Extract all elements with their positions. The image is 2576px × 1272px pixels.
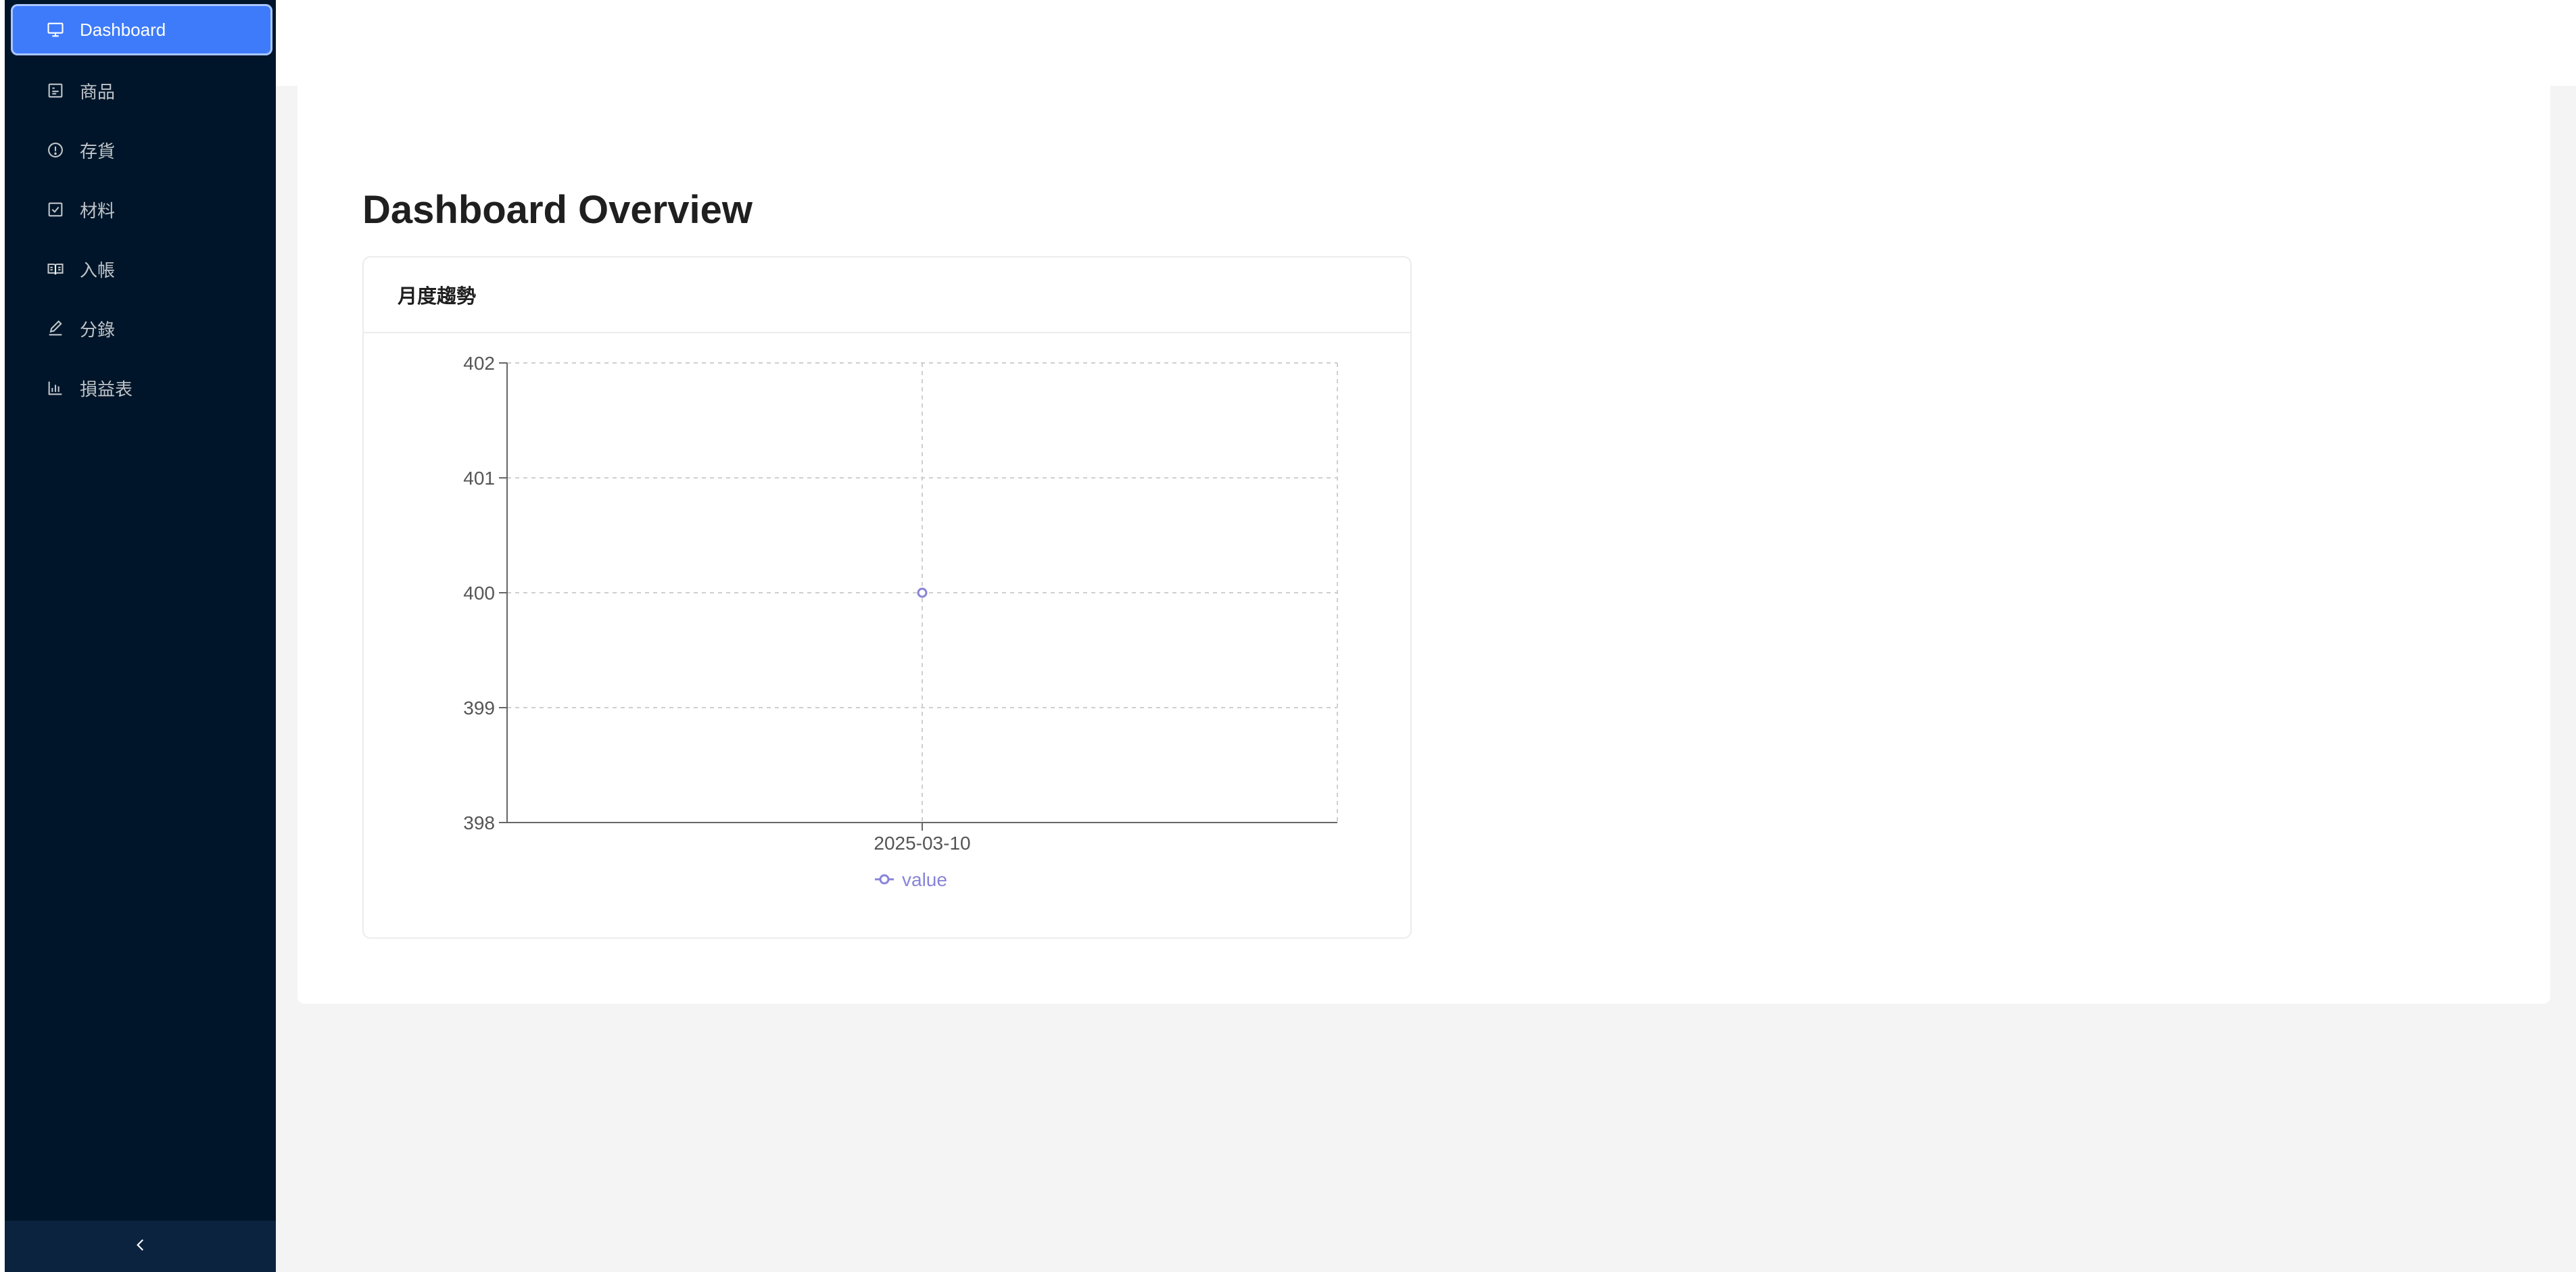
info-circle-icon: [46, 141, 65, 160]
y-tick-label: 399: [463, 698, 495, 718]
window-edge: [0, 0, 5, 1272]
desktop-icon: [46, 20, 65, 39]
y-tick-label: 398: [463, 812, 495, 833]
legend-marker-icon: [879, 874, 890, 885]
sidebar-item-products[interactable]: 商品: [11, 65, 272, 116]
sidebar-item-materials[interactable]: 材料: [11, 184, 272, 235]
check-square-icon: [46, 200, 65, 219]
sidebar-item-dashboard[interactable]: Dashboard: [11, 4, 272, 55]
legend-label: value: [902, 869, 947, 890]
data-point[interactable]: [917, 587, 928, 598]
book-icon: [46, 260, 65, 278]
monthly-trend-card: 月度趨勢 398 399 400 401 402 2025-03-10 value: [362, 256, 1412, 939]
edit-icon: [46, 319, 65, 338]
sidebar-item-label: 材料: [80, 200, 116, 221]
sidebar-item-label: 商品: [80, 81, 116, 102]
main-content: Dashboard Overview 月度趨勢 398 399 400 401 402 2…: [297, 86, 2550, 1004]
top-header: [276, 0, 2576, 86]
sidebar-item-income-statement[interactable]: 損益表: [11, 362, 272, 414]
sidebar-item-entries[interactable]: 入帳: [11, 243, 272, 295]
chevron-left-icon: [132, 1236, 149, 1257]
sidebar-item-inventory[interactable]: 存貨: [11, 124, 272, 176]
page-title: Dashboard Overview: [362, 188, 753, 232]
sidebar: Dashboard 商品 存貨 材料 入帳 分錄 損益表: [5, 0, 276, 1272]
sidebar-item-label: 損益表: [80, 378, 133, 399]
chart-container: 398 399 400 401 402 2025-03-10 value: [364, 333, 1410, 937]
sidebar-collapse-button[interactable]: [5, 1221, 276, 1272]
sidebar-item-label: 存貨: [80, 141, 116, 162]
sidebar-item-label: 分錄: [80, 319, 116, 340]
bar-chart-icon: [46, 378, 65, 397]
y-tick-label: 402: [463, 353, 495, 374]
line-chart: 398 399 400 401 402 2025-03-10 value: [463, 353, 1338, 890]
y-tick-label: 401: [463, 468, 495, 489]
product-icon: [46, 81, 65, 100]
y-tick-label: 400: [463, 583, 495, 604]
sidebar-item-journal[interactable]: 分錄: [11, 303, 272, 354]
x-tick-label: 2025-03-10: [874, 833, 970, 854]
sidebar-item-label: Dashboard: [80, 19, 166, 40]
sidebar-item-label: 入帳: [80, 260, 116, 280]
card-title: 月度趨勢: [364, 258, 1410, 333]
